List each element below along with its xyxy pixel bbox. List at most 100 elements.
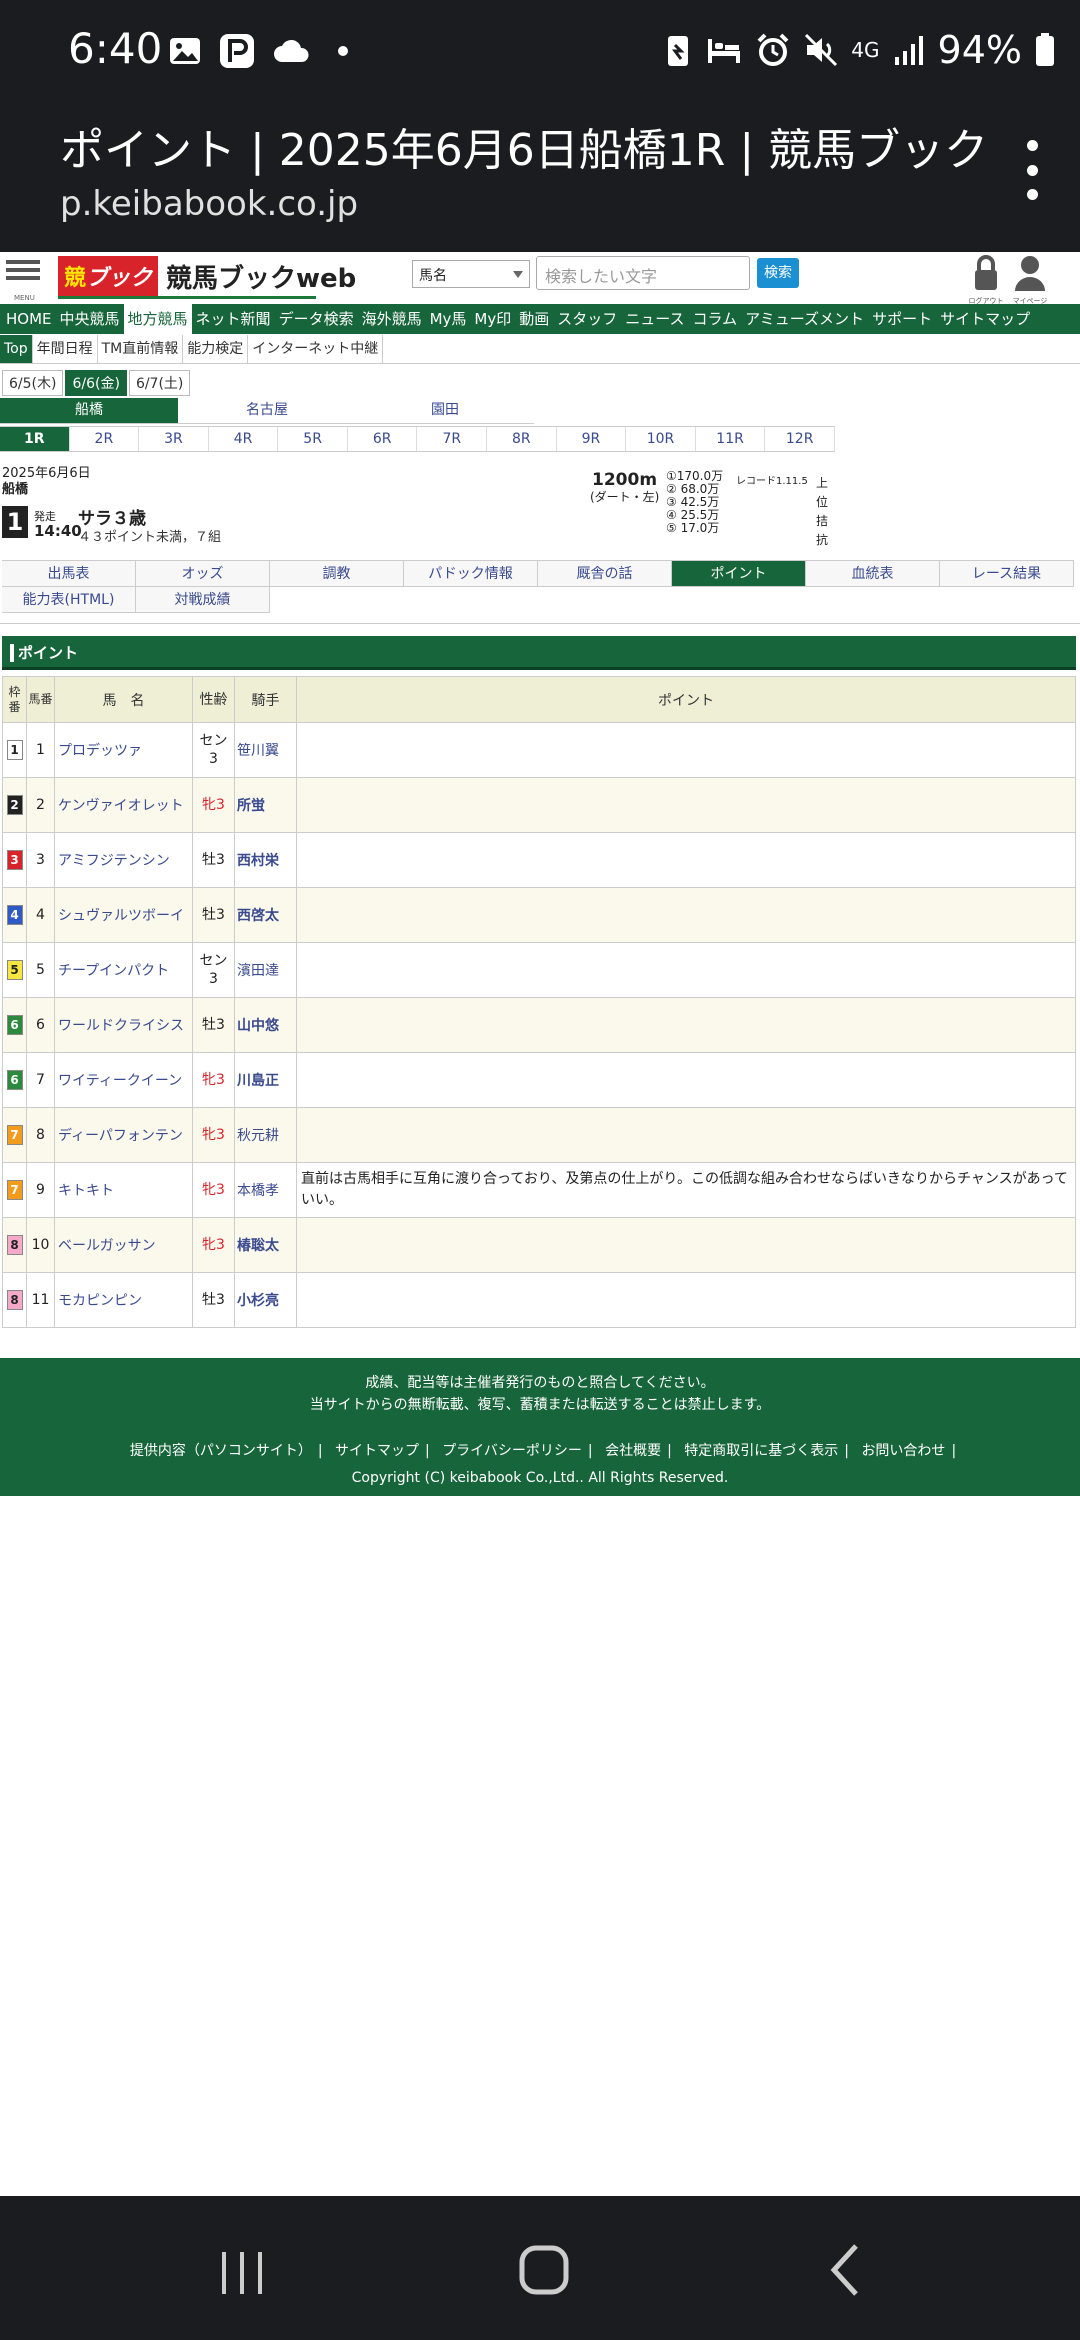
horse-name-link[interactable]: ベールガッサン bbox=[54, 1217, 193, 1273]
jockey-link[interactable]: 所蛍 bbox=[234, 777, 297, 833]
race-tab[interactable]: 7R bbox=[417, 427, 488, 451]
horse-name-link[interactable]: ワールドクライシス bbox=[54, 997, 193, 1053]
footer-link-contact[interactable]: お問い合わせ bbox=[861, 1443, 945, 1459]
horse-name-link[interactable]: プロデッツァ bbox=[54, 722, 193, 778]
jockey-link[interactable]: 西村栄 bbox=[234, 832, 297, 888]
gnav-home[interactable]: HOME bbox=[2, 304, 56, 334]
race-tab[interactable]: 10R bbox=[626, 427, 696, 451]
search-input[interactable]: 検索したい文字 bbox=[536, 256, 750, 290]
subnav-top[interactable]: Top bbox=[0, 334, 33, 363]
logout-button[interactable]: ログアウト bbox=[966, 254, 1006, 305]
subnav-ability-test[interactable]: 能力検定 bbox=[183, 334, 249, 363]
tab-points[interactable]: ポイント bbox=[672, 561, 806, 587]
gnav-jra[interactable]: 中央競馬 bbox=[56, 304, 124, 334]
mypage-button[interactable]: マイページ bbox=[1010, 254, 1050, 305]
tab-ability-html[interactable]: 能力表(HTML) bbox=[2, 587, 136, 613]
subnav-tm-info[interactable]: TM直前情報 bbox=[98, 334, 184, 363]
gnav-my-horse[interactable]: My馬 bbox=[426, 304, 471, 334]
gnav-staff[interactable]: スタッフ bbox=[553, 304, 621, 334]
venue-tab-selected[interactable]: 船橋 bbox=[0, 398, 178, 424]
waku-badge: 6 bbox=[6, 1015, 23, 1035]
horse-name-link[interactable]: シュヴァルツボーイ bbox=[54, 887, 193, 943]
horse-name-link[interactable]: モカピンピン bbox=[54, 1272, 193, 1328]
gnav-video[interactable]: 動画 bbox=[515, 304, 553, 334]
race-tab[interactable]: 11R bbox=[696, 427, 766, 451]
search-button[interactable]: 検索 bbox=[757, 258, 799, 288]
alarm-icon bbox=[757, 33, 789, 66]
race-tab[interactable]: 5R bbox=[278, 427, 348, 451]
gnav-amusement[interactable]: アミューズメント bbox=[741, 304, 868, 334]
race-tab[interactable]: 4R bbox=[209, 427, 279, 451]
browser-bar: ポイント | 2025年6月6日船橋1R | 競馬ブック p.keibabook… bbox=[0, 100, 1080, 252]
race-tab-selected[interactable]: 1R bbox=[0, 427, 70, 451]
tab-odds[interactable]: オッズ bbox=[136, 561, 270, 587]
race-tab[interactable]: 6R bbox=[348, 427, 418, 451]
home-button[interactable] bbox=[504, 2234, 584, 2304]
lock-icon bbox=[975, 255, 997, 290]
bed-icon bbox=[708, 39, 741, 63]
race-tab[interactable]: 8R bbox=[487, 427, 557, 451]
race-tab[interactable]: 3R bbox=[139, 427, 209, 451]
horse-number: 11 bbox=[26, 1272, 55, 1328]
gnav-support[interactable]: サポート bbox=[868, 304, 936, 334]
jockey-link[interactable]: 本橋孝 bbox=[234, 1162, 297, 1218]
gnav-newspaper[interactable]: ネット新聞 bbox=[192, 304, 275, 334]
venue-tab[interactable]: 園田 bbox=[356, 398, 534, 424]
tab-results[interactable]: レース結果 bbox=[940, 561, 1074, 587]
gnav-column[interactable]: コラム bbox=[689, 304, 742, 334]
gnav-local[interactable]: 地方競馬 bbox=[123, 304, 192, 334]
venue-tab[interactable]: 名古屋 bbox=[178, 398, 356, 424]
gnav-my-mark[interactable]: My印 bbox=[470, 304, 515, 334]
subnav-schedule[interactable]: 年間日程 bbox=[33, 334, 98, 363]
horse-name-link[interactable]: チープインパクト bbox=[54, 942, 193, 998]
footer-link-company[interactable]: 会社概要 bbox=[605, 1443, 661, 1459]
gnav-overseas[interactable]: 海外競馬 bbox=[358, 304, 426, 334]
horse-name-link[interactable]: ワイティークイーン bbox=[54, 1052, 193, 1108]
jockey-link[interactable]: 小杉亮 bbox=[234, 1272, 297, 1328]
date-tab-selected[interactable]: 6/6(金) bbox=[65, 370, 127, 396]
footer-link-commerce[interactable]: 特定商取引に基づく表示 bbox=[684, 1443, 838, 1459]
horse-name-link[interactable]: アミフジテンシン bbox=[54, 832, 193, 888]
horse-name-link[interactable]: キトキト bbox=[54, 1162, 193, 1218]
gnav-sitemap[interactable]: サイトマップ bbox=[936, 304, 1034, 334]
footer-line-2: 当サイトからの無断転載、複写、蓄積または転送することは禁止します。 bbox=[309, 1397, 771, 1413]
footer-link-contents[interactable]: 提供内容（パソコンサイト） bbox=[130, 1443, 312, 1459]
url-text[interactable]: p.keibabook.co.jp bbox=[60, 184, 358, 224]
jockey-link[interactable]: 椿聡太 bbox=[234, 1217, 297, 1273]
site-logo[interactable]: 競ブック 競馬ブックweb bbox=[58, 256, 356, 296]
search-type-select[interactable]: 馬名 bbox=[412, 260, 530, 288]
signal-icon bbox=[894, 36, 923, 65]
recents-button[interactable] bbox=[202, 2234, 282, 2304]
footer-link-sitemap[interactable]: サイトマップ bbox=[335, 1443, 419, 1459]
gnav-data-search[interactable]: データ検索 bbox=[275, 304, 358, 334]
jockey-link[interactable]: 川島正 bbox=[234, 1052, 297, 1108]
tab-entries[interactable]: 出馬表 bbox=[2, 561, 136, 587]
more-options-icon[interactable] bbox=[1024, 140, 1040, 200]
tab-head-to-head[interactable]: 対戦成績 bbox=[136, 587, 270, 613]
horse-name-link[interactable]: ケンヴァイオレット bbox=[54, 777, 193, 833]
jockey-link[interactable]: 笹川翼 bbox=[234, 722, 297, 778]
race-tab[interactable]: 12R bbox=[765, 427, 835, 451]
tab-pedigree[interactable]: 血統表 bbox=[806, 561, 940, 587]
race-tab[interactable]: 9R bbox=[557, 427, 627, 451]
menu-icon[interactable]: MENU bbox=[6, 256, 40, 302]
jockey-link[interactable]: 西啓太 bbox=[234, 887, 297, 943]
race-tab[interactable]: 2R bbox=[70, 427, 140, 451]
jockey-link[interactable]: 濱田達 bbox=[234, 942, 297, 998]
tab-stable-comments[interactable]: 厩舎の話 bbox=[538, 561, 672, 587]
sex-age: 牡3 bbox=[192, 832, 235, 888]
horse-name-link[interactable]: ディーパフォンテン bbox=[54, 1107, 193, 1163]
gnav-news[interactable]: ニュース bbox=[621, 304, 688, 334]
table-row: 8 11 モカピンピン 牡3 小杉亮 bbox=[2, 1272, 1076, 1328]
tab-paddock[interactable]: パドック情報 bbox=[404, 561, 538, 587]
subnav-live[interactable]: インターネット中継 bbox=[248, 334, 384, 363]
tab-training[interactable]: 調教 bbox=[270, 561, 404, 587]
date-tab[interactable]: 6/5(木) bbox=[2, 370, 64, 396]
date-tab[interactable]: 6/7(土) bbox=[128, 370, 191, 396]
back-button[interactable] bbox=[806, 2234, 886, 2304]
waku-cell: 8 bbox=[2, 1217, 27, 1273]
footer-link-privacy[interactable]: プライバシーポリシー bbox=[442, 1443, 582, 1459]
jockey-link[interactable]: 秋元耕 bbox=[234, 1107, 297, 1163]
jockey-link[interactable]: 山中悠 bbox=[234, 997, 297, 1053]
point-comment bbox=[296, 1052, 1076, 1108]
